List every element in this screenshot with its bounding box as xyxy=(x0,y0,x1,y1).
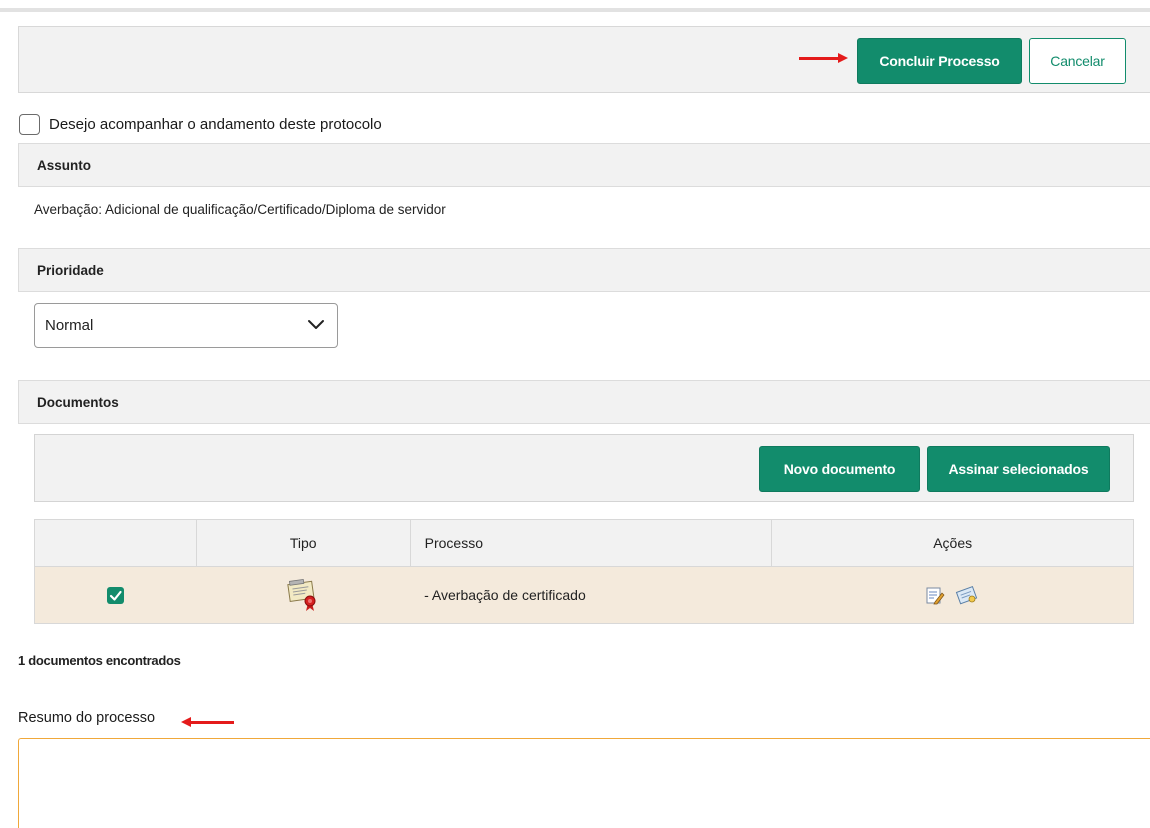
summary-label: Resumo do processo xyxy=(18,710,156,726)
documents-table: Tipo Processo Ações - Averbação de certi… xyxy=(34,519,1134,624)
documents-toolbar: Novo documento Assinar selecionados xyxy=(34,434,1134,502)
column-header-select xyxy=(34,519,197,567)
priority-section-header: Prioridade xyxy=(18,248,1150,292)
column-header-type: Tipo xyxy=(195,519,411,567)
certificate-icon xyxy=(287,578,316,611)
priority-selected-value: Normal xyxy=(45,317,94,334)
follow-protocol-option[interactable]: Desejo acompanhar o andamento deste prot… xyxy=(19,113,382,135)
documents-section-header: Documentos xyxy=(18,380,1150,424)
chevron-down-icon xyxy=(308,320,324,329)
column-header-actions: Ações xyxy=(771,519,1134,567)
row-type-cell xyxy=(196,566,411,624)
red-arrow-annotation xyxy=(799,53,848,63)
follow-protocol-checkbox[interactable] xyxy=(19,113,40,135)
top-divider xyxy=(0,8,1150,12)
red-arrow-annotation xyxy=(181,717,234,727)
new-document-button[interactable]: Novo documento xyxy=(759,446,920,492)
table-row: - Averbação de certificado xyxy=(34,566,1134,624)
row-checkbox[interactable] xyxy=(107,586,125,604)
subject-value: Averbação: Adicional de qualificação/Cer… xyxy=(34,202,446,217)
follow-protocol-label: Desejo acompanhar o andamento deste prot… xyxy=(49,115,382,133)
view-document-icon[interactable] xyxy=(955,585,979,605)
documents-found-count: 1 documentos encontrados xyxy=(18,653,181,668)
row-select-cell xyxy=(34,566,197,624)
cancel-button[interactable]: Cancelar xyxy=(1029,38,1126,84)
subject-section-header: Assunto xyxy=(18,143,1150,187)
column-header-process: Processo xyxy=(409,519,773,567)
sign-selected-button[interactable]: Assinar selecionados xyxy=(927,446,1110,492)
action-bar: Concluir Processo Cancelar xyxy=(18,26,1150,93)
row-actions-cell xyxy=(771,566,1134,624)
summary-textarea[interactable] xyxy=(18,738,1150,828)
checkmark-icon xyxy=(110,590,122,601)
table-header-row: Tipo Processo Ações xyxy=(34,519,1134,567)
edit-document-icon[interactable] xyxy=(925,585,945,605)
priority-select[interactable]: Normal xyxy=(34,303,338,348)
row-process-cell: - Averbação de certificado xyxy=(410,566,772,624)
conclude-process-button[interactable]: Concluir Processo xyxy=(857,38,1022,84)
